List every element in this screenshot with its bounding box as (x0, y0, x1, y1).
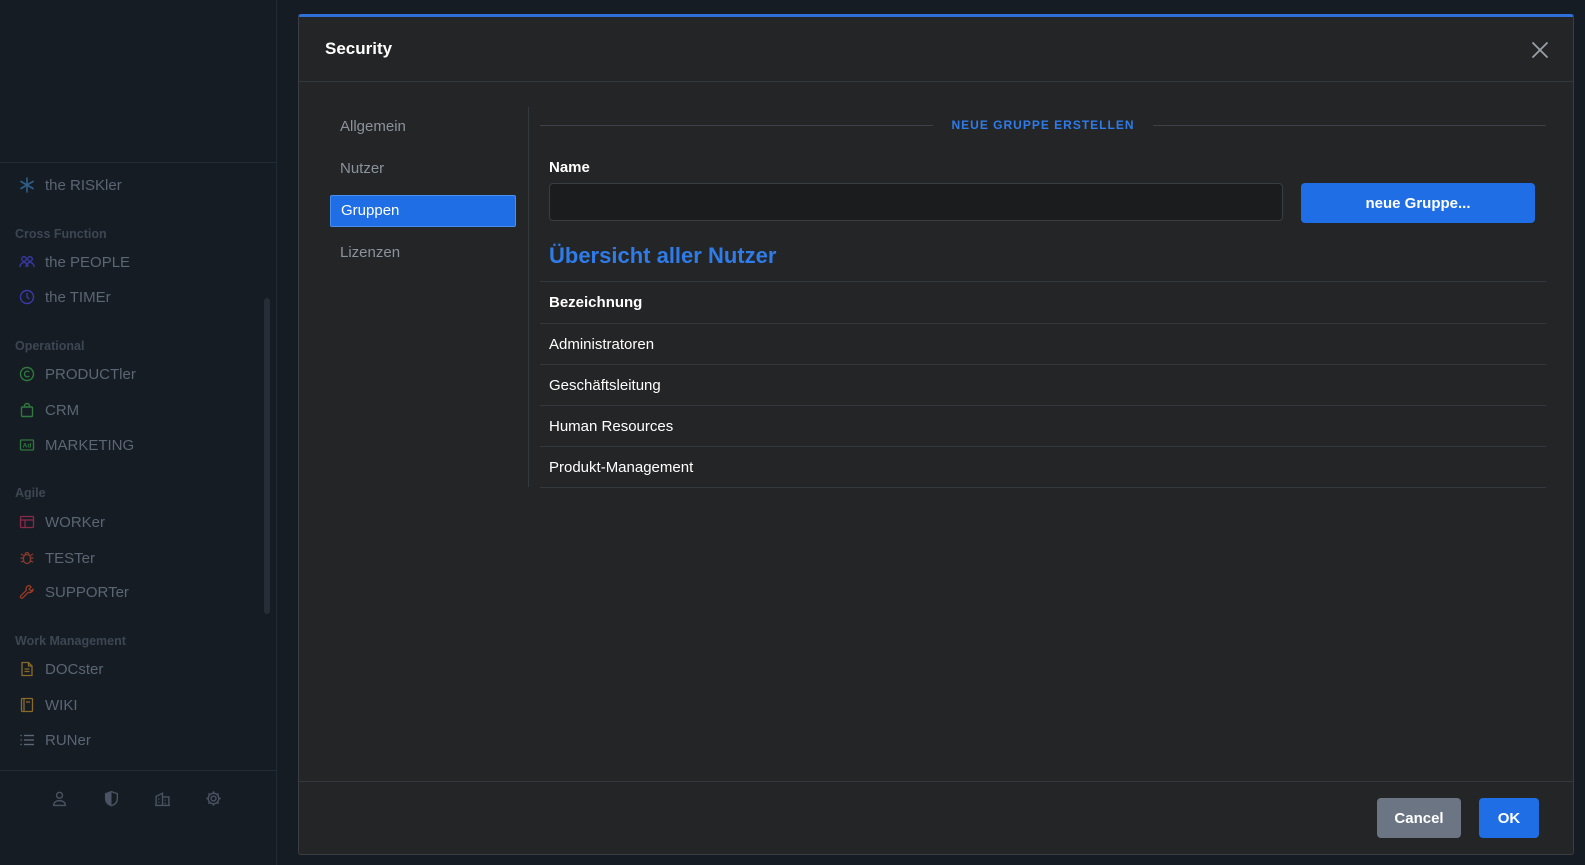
table-row[interactable]: Produkt-Management (540, 446, 1546, 488)
sidebar-item-label: TESTer (45, 549, 96, 567)
dialog-footer: Cancel OK (299, 781, 1573, 854)
sidebar-item-label: PRODUCTler (45, 365, 136, 383)
sidebar-item-tester[interactable]: TESTer (18, 547, 95, 569)
ad-icon: Ad (18, 436, 36, 454)
people-icon (18, 253, 36, 271)
list-icon (18, 731, 36, 749)
nav-item-nutzer[interactable]: Nutzer (330, 153, 516, 185)
sidebar-section-title: Work Management (15, 634, 126, 648)
asterisk-icon (18, 176, 36, 194)
book-icon (18, 696, 36, 714)
sidebar-item-crm[interactable]: CRM (18, 399, 79, 421)
nav-item-gruppen[interactable]: Gruppen (330, 195, 516, 227)
sidebar-item-productler[interactable]: PRODUCTler (18, 363, 136, 385)
new-group-button[interactable]: neue Gruppe... (1301, 183, 1535, 223)
security-dialog: Security Allgemein Nutzer Gruppen Lizenz… (298, 14, 1574, 855)
sidebar-divider (0, 162, 276, 163)
sidebar-divider (0, 770, 276, 771)
sidebar-item-label: the TIMEr (45, 288, 111, 306)
shield-icon[interactable] (101, 788, 121, 808)
sidebar: the RISKler Cross Function the PEOPLE th… (0, 0, 277, 865)
nav-item-lizenzen[interactable]: Lizenzen (330, 237, 516, 269)
table-header[interactable]: Bezeichnung (540, 281, 1546, 323)
table-row[interactable]: Human Resources (540, 405, 1546, 446)
cancel-button[interactable]: Cancel (1377, 798, 1461, 838)
nav-item-allgemein[interactable]: Allgemein (330, 111, 516, 143)
sidebar-item-docster[interactable]: DOCster (18, 658, 103, 680)
sidebar-item-marketing[interactable]: Ad MARKETING (18, 434, 134, 456)
sidebar-item-label: MARKETING (45, 436, 135, 454)
sidebar-item-label: WIKI (45, 696, 78, 714)
dialog-header: Security (299, 17, 1573, 82)
wrench-icon (18, 583, 36, 601)
dialog-title: Security (325, 39, 393, 58)
divider-line (1152, 124, 1546, 126)
table-row[interactable]: Geschäftsleitung (540, 364, 1546, 405)
nav-divider (528, 107, 529, 487)
copyright-icon (18, 365, 36, 383)
svg-text:Ad: Ad (23, 443, 32, 450)
sidebar-section-title: Cross Function (15, 227, 107, 241)
sidebar-item-label: DOCster (45, 660, 104, 678)
name-label: Name (549, 159, 590, 176)
sidebar-item-supporter[interactable]: SUPPORTer (18, 581, 129, 603)
table-row[interactable]: Administratoren (540, 323, 1546, 364)
building-icon[interactable] (152, 788, 172, 808)
sidebar-section-title: Agile (15, 486, 46, 500)
sidebar-item-label: RUNer (45, 731, 91, 749)
document-icon (18, 660, 36, 678)
groups-table: Bezeichnung Administratoren Geschäftslei… (540, 281, 1546, 488)
overview-title: Übersicht aller Nutzer (549, 243, 777, 268)
sidebar-item-label: the PEOPLE (45, 253, 131, 271)
group-name-input[interactable] (549, 183, 1283, 221)
ok-button[interactable]: OK (1479, 798, 1539, 838)
close-icon (1532, 42, 1548, 58)
board-icon (18, 513, 36, 531)
sidebar-item-wiki[interactable]: WIKI (18, 694, 78, 716)
bug-icon (18, 549, 36, 567)
sidebar-item-riskler[interactable]: the RISKler (18, 174, 122, 196)
sidebar-scrollbar[interactable] (264, 298, 270, 614)
sidebar-item-people[interactable]: the PEOPLE (18, 251, 130, 273)
sidebar-item-worker[interactable]: WORKer (18, 511, 105, 533)
divider-line (540, 124, 934, 126)
create-group-heading: NEUE GRUPPE ERSTELLEN (951, 118, 1135, 132)
sidebar-item-label: the RISKler (45, 176, 122, 194)
clock-icon (18, 288, 36, 306)
gear-icon[interactable] (203, 788, 223, 808)
user-icon[interactable] (49, 788, 69, 808)
sidebar-footer (0, 788, 276, 812)
sidebar-item-label: CRM (45, 401, 80, 419)
dialog-nav: Allgemein Nutzer Gruppen Lizenzen (330, 111, 516, 279)
sidebar-item-timer[interactable]: the TIMEr (18, 286, 111, 308)
close-button[interactable] (1529, 39, 1551, 61)
sidebar-item-label: SUPPORTer (45, 583, 129, 601)
create-group-divider: NEUE GRUPPE ERSTELLEN (540, 115, 1546, 135)
shopping-bag-icon (18, 401, 36, 419)
sidebar-item-label: WORKer (45, 513, 105, 531)
sidebar-item-runer[interactable]: RUNer (18, 729, 91, 751)
sidebar-section-title: Operational (15, 339, 85, 353)
